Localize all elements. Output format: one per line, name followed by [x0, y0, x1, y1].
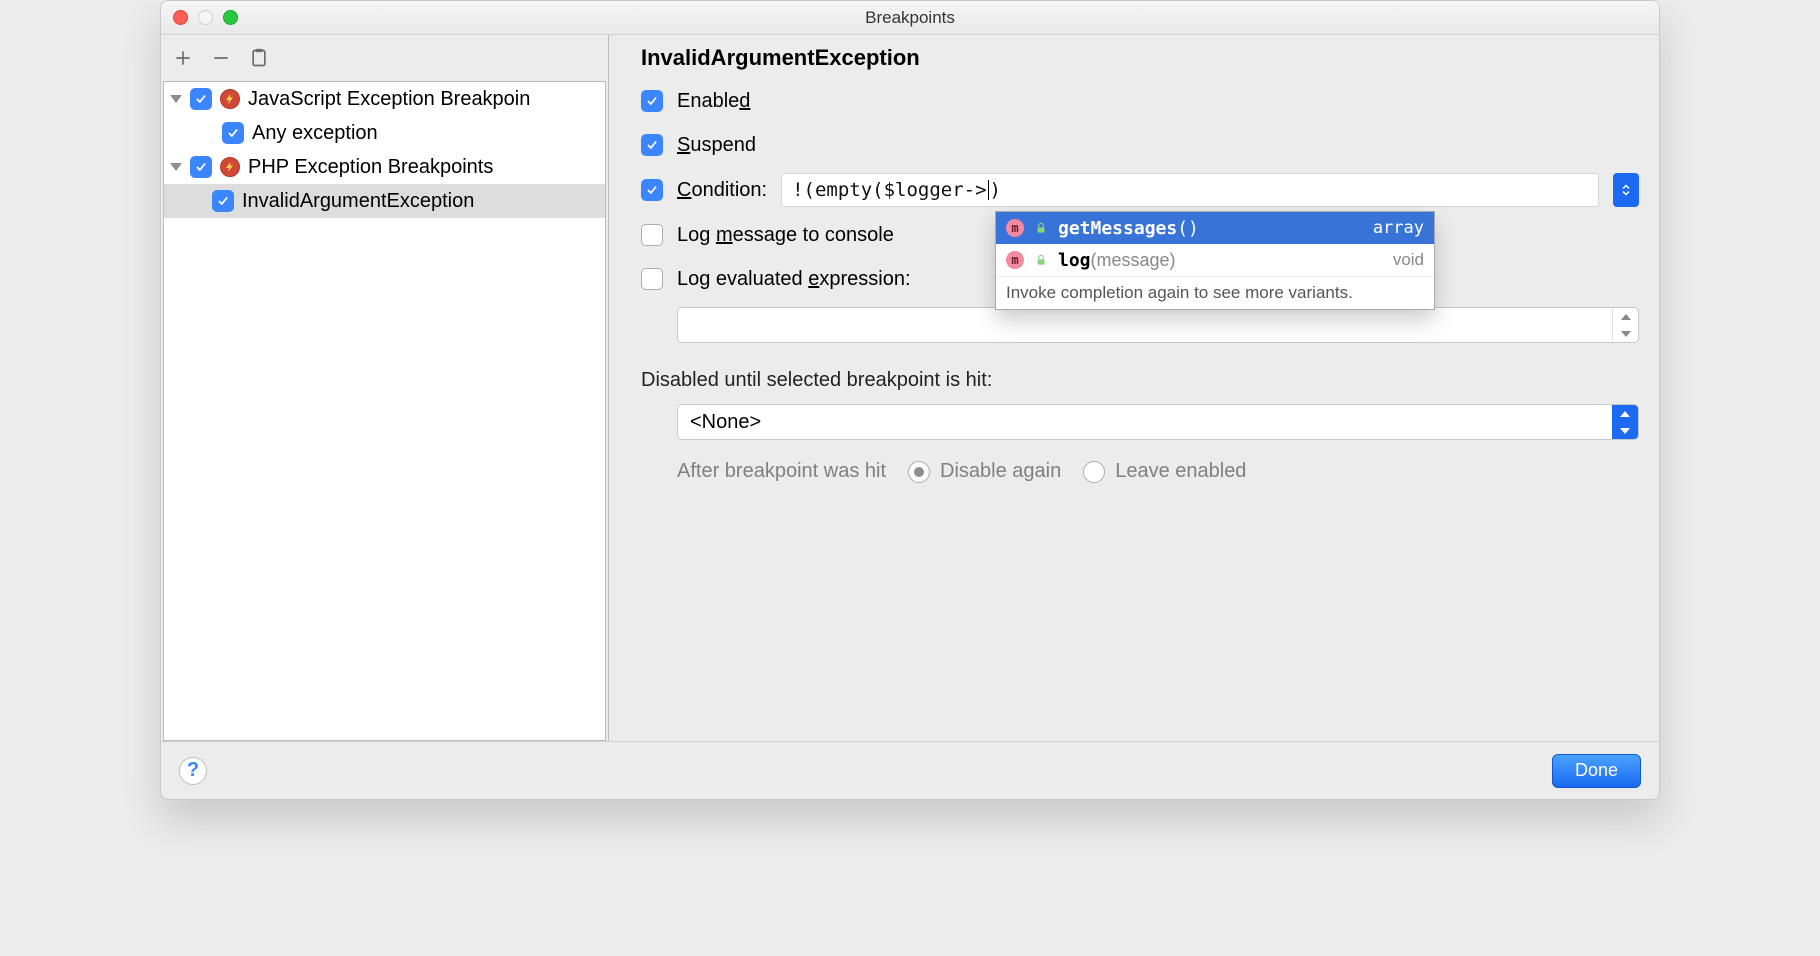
chevron-up-down-icon[interactable] [1612, 405, 1638, 439]
code-completion-popup: m getMessages() array m log(message) voi… [995, 211, 1435, 310]
disable-again-radio[interactable]: Disable again [908, 460, 1061, 483]
minus-icon [211, 48, 231, 68]
method-icon: m [1006, 219, 1024, 237]
suspend-label: Suspend [677, 134, 756, 157]
detail-heading: InvalidArgumentException [641, 45, 1639, 71]
tree-item-label: InvalidArgumentException [242, 190, 474, 213]
condition-history-button[interactable] [1613, 173, 1639, 207]
completion-item[interactable]: m log(message) void [996, 244, 1434, 276]
condition-label: Condition: [677, 179, 767, 202]
checkbox[interactable] [212, 190, 234, 212]
titlebar: Breakpoints [161, 1, 1659, 35]
exception-breakpoint-icon [220, 157, 240, 177]
tree-item-invalid-argument[interactable]: InvalidArgumentException [164, 184, 605, 218]
text-caret [988, 180, 989, 200]
breakpoints-dialog: Breakpoints JavaScript Exc [160, 0, 1660, 800]
window-title: Breakpoints [161, 8, 1659, 28]
stepper-icon[interactable] [1612, 308, 1638, 342]
tree-toolbar [161, 35, 608, 81]
tree-item-label: Any exception [252, 122, 378, 145]
radio-icon [1083, 461, 1105, 483]
breakpoint-tree[interactable]: JavaScript Exception Breakpoin Any excep… [163, 81, 606, 741]
detail-panel: InvalidArgumentException Enabled Suspend… [609, 35, 1659, 741]
lock-icon [1034, 221, 1048, 235]
tree-group-label: JavaScript Exception Breakpoin [248, 88, 530, 111]
condition-input[interactable]: !(empty($logger->) [781, 173, 1599, 207]
tree-group-php[interactable]: PHP Exception Breakpoints [164, 150, 605, 184]
after-hit-label: After breakpoint was hit [677, 460, 886, 483]
checkbox[interactable] [222, 122, 244, 144]
completion-item[interactable]: m getMessages() array [996, 212, 1434, 244]
content: JavaScript Exception Breakpoin Any excep… [161, 35, 1659, 741]
dialog-footer: ? Done [161, 741, 1659, 799]
chevron-up-down-icon [1620, 184, 1632, 196]
condition-row: Condition: !(empty($logger->) [641, 173, 1639, 207]
leave-enabled-radio[interactable]: Leave enabled [1083, 460, 1246, 483]
tree-group-label: PHP Exception Breakpoints [248, 156, 493, 179]
completion-footer: Invoke completion again to see more vari… [996, 276, 1434, 309]
disabled-until-select[interactable]: <None> [677, 404, 1639, 440]
lock-icon [1034, 253, 1048, 267]
enabled-row: Enabled [641, 85, 1639, 117]
expression-input[interactable] [677, 307, 1639, 343]
enabled-checkbox[interactable] [641, 90, 663, 112]
tree-group-js[interactable]: JavaScript Exception Breakpoin [164, 82, 605, 116]
plus-icon [173, 48, 193, 68]
radio-selected-icon [908, 461, 930, 483]
group-by-button[interactable] [247, 46, 271, 70]
done-button[interactable]: Done [1552, 754, 1641, 788]
suspend-checkbox[interactable] [641, 134, 663, 156]
chevron-down-icon[interactable] [170, 163, 182, 171]
method-icon: m [1006, 251, 1024, 269]
add-button[interactable] [171, 46, 195, 70]
disabled-until-value: <None> [690, 411, 761, 434]
condition-checkbox[interactable] [641, 179, 663, 201]
checkbox[interactable] [190, 88, 212, 110]
help-button[interactable]: ? [179, 757, 207, 785]
log-message-checkbox[interactable] [641, 224, 663, 246]
remove-button[interactable] [209, 46, 233, 70]
tree-item-any-exception[interactable]: Any exception [164, 116, 605, 150]
log-expression-checkbox[interactable] [641, 268, 663, 290]
disabled-until-label: Disabled until selected breakpoint is hi… [641, 369, 1639, 392]
log-expression-label: Log evaluated expression: [677, 268, 911, 291]
enabled-label: Enabled [677, 90, 750, 113]
exception-breakpoint-icon [220, 89, 240, 109]
after-hit-row: After breakpoint was hit Disable again L… [641, 460, 1639, 483]
clipboard-icon [249, 47, 269, 69]
left-panel: JavaScript Exception Breakpoin Any excep… [161, 35, 609, 741]
disabled-until-row: <None> [677, 404, 1639, 440]
expression-input-row [677, 307, 1639, 343]
suspend-row: Suspend [641, 129, 1639, 161]
chevron-down-icon[interactable] [170, 95, 182, 103]
checkbox[interactable] [190, 156, 212, 178]
log-message-label: Log message to console [677, 224, 894, 247]
